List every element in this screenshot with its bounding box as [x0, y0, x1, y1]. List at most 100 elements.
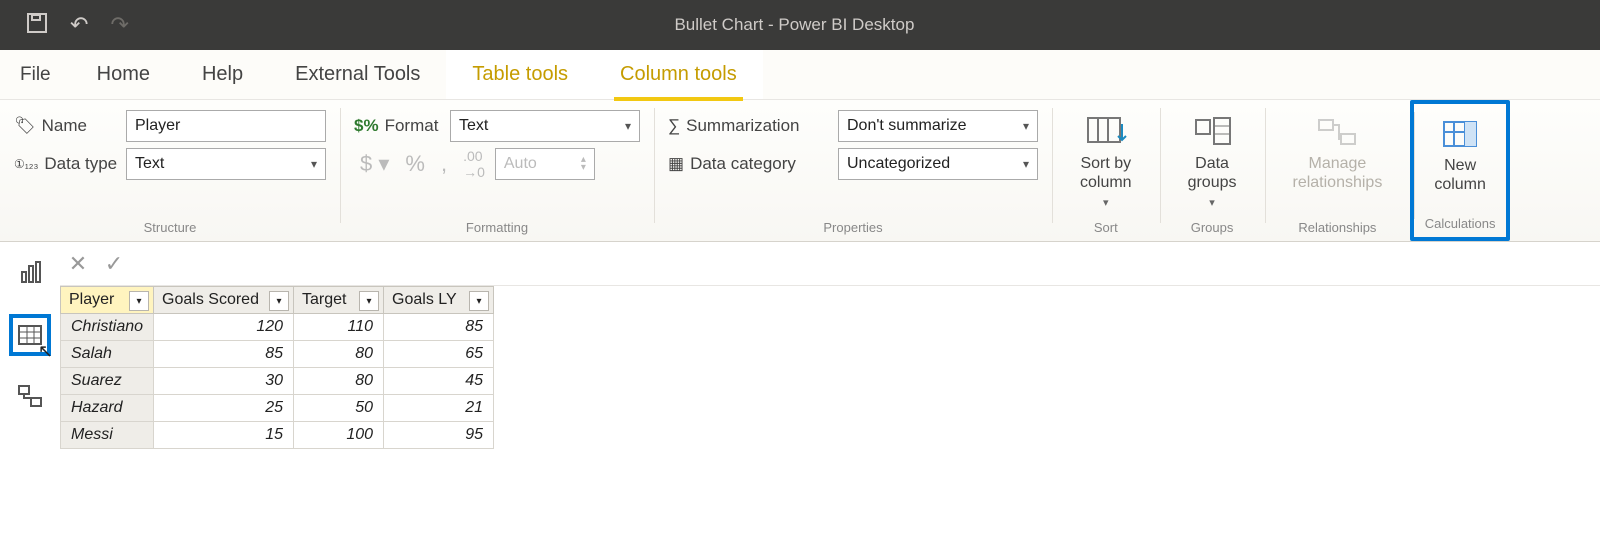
group-label-groups: Groups [1174, 216, 1251, 241]
cell[interactable]: Hazard [61, 395, 154, 422]
redo-icon[interactable]: ↷ [110, 12, 128, 38]
save-icon[interactable] [26, 12, 48, 38]
group-label-formatting: Formatting [354, 216, 640, 241]
data-groups-button[interactable]: Data groups▾ [1174, 110, 1251, 213]
cell[interactable]: 50 [294, 395, 384, 422]
cell[interactable]: 65 [384, 341, 494, 368]
ribbon-group-properties: ∑ Summarization Don't summarize ▦ Data cat… [654, 100, 1052, 241]
column-header[interactable]: Goals Scored▾ [154, 287, 294, 314]
cell[interactable]: Messi [61, 422, 154, 449]
data-view-button[interactable]: ↖ [9, 314, 51, 356]
view-switcher: ↖ [0, 242, 60, 449]
new-column-icon [1438, 118, 1482, 152]
cancel-formula-button[interactable]: ✕ [60, 251, 96, 277]
datatype-label: Data type [44, 154, 117, 174]
tab-file[interactable]: File [0, 64, 71, 86]
relationships-icon [1315, 114, 1359, 150]
group-label-relationships: Relationships [1279, 216, 1397, 241]
cell[interactable]: Suarez [61, 368, 154, 395]
title-bar: ↶ ↷ Bullet Chart - Power BI Desktop [0, 0, 1600, 50]
auto-decimals-input[interactable]: Auto▴▾ [495, 148, 595, 180]
formula-bar: ✕ ✓ [60, 242, 1600, 286]
data-category-select[interactable]: Uncategorized [838, 148, 1038, 180]
group-label-structure: Structure [14, 216, 326, 241]
cell[interactable]: 15 [154, 422, 294, 449]
tab-external-tools[interactable]: External Tools [269, 50, 446, 99]
manage-relationships-button[interactable]: Manage relationships [1279, 110, 1397, 196]
format-icon: $% [354, 116, 379, 136]
percent-button[interactable]: % [399, 151, 431, 177]
column-header[interactable]: Goals LY▾ [384, 287, 494, 314]
ribbon-group-groups: Data groups▾ Groups [1160, 100, 1265, 241]
column-header[interactable]: Player▾ [61, 287, 154, 314]
format-select[interactable]: Text [450, 110, 640, 142]
cell[interactable]: Salah [61, 341, 154, 368]
model-view-button[interactable] [9, 376, 51, 418]
ribbon-group-calculations: New column Calculations [1410, 100, 1510, 241]
data-grid: Player▾Goals Scored▾Target▾Goals LY▾ Chr… [60, 286, 494, 449]
column-filter-button[interactable]: ▾ [359, 291, 379, 311]
ribbon-group-sort: Sort by column▾ Sort [1052, 100, 1160, 241]
cell[interactable]: 45 [384, 368, 494, 395]
undo-icon[interactable]: ↶ [70, 12, 88, 38]
group-label-calculations: Calculations [1414, 212, 1506, 237]
currency-button[interactable]: $ ▾ [354, 151, 395, 177]
datatype-icon: ①₁₂₃ [14, 157, 38, 171]
thousands-button[interactable]: , [435, 151, 453, 177]
table-row[interactable]: Messi1510095 [61, 422, 494, 449]
ribbon-tabs: File Home Help External Tools Table tool… [0, 50, 1600, 100]
ribbon: 🏷Name Player ①₁₂₃Data type Text Structur… [0, 100, 1600, 242]
ribbon-group-formatting: $% Format Text $ ▾ % , .00→0 Auto▴▾ Forma… [340, 100, 654, 241]
model-view-icon [17, 384, 43, 410]
formula-input[interactable] [132, 242, 1600, 285]
table-row[interactable]: Suarez308045 [61, 368, 494, 395]
ribbon-group-structure: 🏷Name Player ①₁₂₃Data type Text Structur… [0, 100, 340, 241]
decimals-button[interactable]: .00→0 [457, 148, 491, 180]
cell[interactable]: 120 [154, 314, 294, 341]
cursor-icon: ↖ [38, 341, 53, 362]
name-label: Name [42, 116, 87, 136]
category-icon: ▦ [668, 154, 684, 174]
work-area: ↖ ✕ ✓ Player▾Goals Scored▾Target▾Goals L… [0, 242, 1600, 449]
window-title: Bullet Chart - Power BI Desktop [129, 15, 1460, 35]
tab-help[interactable]: Help [176, 50, 269, 99]
column-filter-button[interactable]: ▾ [129, 291, 149, 311]
column-header[interactable]: Target▾ [294, 287, 384, 314]
cell[interactable]: 85 [154, 341, 294, 368]
data-category-label: Data category [690, 154, 796, 174]
cell[interactable]: 85 [384, 314, 494, 341]
group-label-properties: Properties [668, 216, 1038, 241]
cell[interactable]: 25 [154, 395, 294, 422]
report-view-icon [17, 260, 43, 286]
group-label-sort: Sort [1066, 216, 1146, 241]
summarization-label: Summarization [686, 116, 799, 136]
tab-home[interactable]: Home [71, 50, 176, 99]
sigma-icon: ∑ [668, 116, 680, 136]
report-view-button[interactable] [9, 252, 51, 294]
cell[interactable]: 95 [384, 422, 494, 449]
tab-column-tools[interactable]: Column tools [594, 50, 763, 99]
cell[interactable]: Christiano [61, 314, 154, 341]
summarization-select[interactable]: Don't summarize [838, 110, 1038, 142]
datatype-select[interactable]: Text [126, 148, 326, 180]
cell[interactable]: 80 [294, 368, 384, 395]
tab-table-tools[interactable]: Table tools [446, 50, 594, 99]
groups-icon [1190, 114, 1234, 150]
ribbon-group-relationships: Manage relationships Relationships [1265, 100, 1411, 241]
sort-icon [1084, 114, 1128, 150]
table-row[interactable]: Salah858065 [61, 341, 494, 368]
table-row[interactable]: Christiano12011085 [61, 314, 494, 341]
name-input[interactable]: Player [126, 110, 326, 142]
table-row[interactable]: Hazard255021 [61, 395, 494, 422]
new-column-button[interactable]: New column [1414, 110, 1506, 202]
cell[interactable]: 110 [294, 314, 384, 341]
format-label: Format [385, 116, 439, 136]
column-filter-button[interactable]: ▾ [269, 291, 289, 311]
column-filter-button[interactable]: ▾ [469, 291, 489, 311]
sort-by-column-button[interactable]: Sort by column▾ [1066, 110, 1146, 213]
cell[interactable]: 30 [154, 368, 294, 395]
cell[interactable]: 80 [294, 341, 384, 368]
cell[interactable]: 21 [384, 395, 494, 422]
cell[interactable]: 100 [294, 422, 384, 449]
commit-formula-button[interactable]: ✓ [96, 251, 132, 277]
